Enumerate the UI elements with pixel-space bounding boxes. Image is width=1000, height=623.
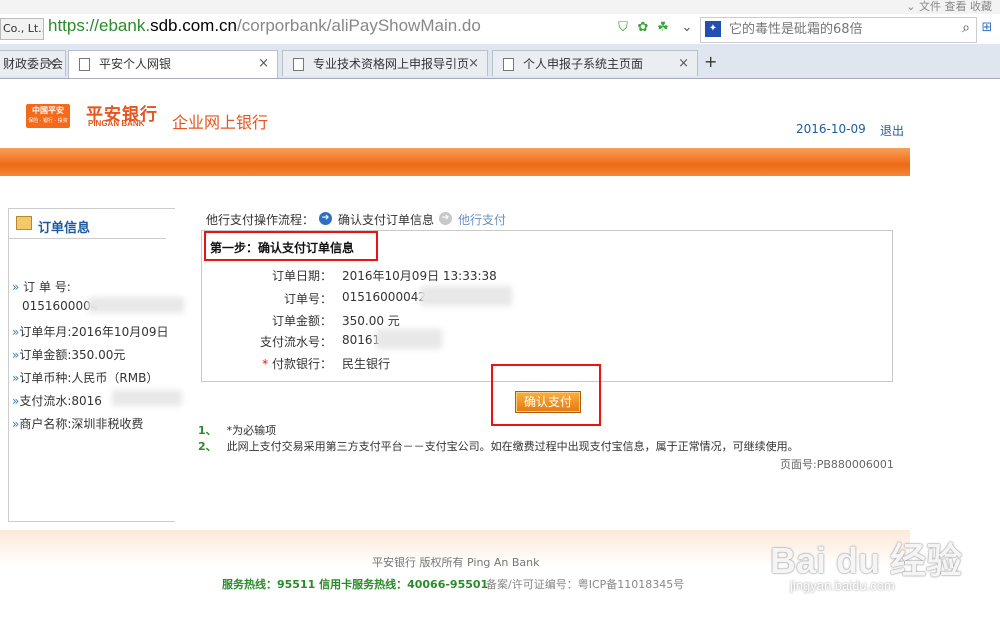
baidu-watermark: Bai du 经验: [770, 540, 963, 581]
logout-link[interactable]: 退出: [880, 122, 904, 139]
url-host-pre: https://ebank.: [48, 16, 151, 35]
chevron-down-icon[interactable]: ⌄: [678, 19, 696, 37]
tab-finance[interactable]: 财政委员会 ×: [0, 50, 66, 76]
close-icon[interactable]: ×: [46, 51, 57, 76]
note-2: 2、 此网上支付交易采用第三方支付平台－－支付宝公司。如在缴费过程中出现支付宝信息…: [198, 438, 799, 454]
order-amount-value: 350.00元: [71, 348, 126, 362]
order-month-label: 订单年月:: [19, 325, 72, 339]
note-1: 1、 *为必输项: [198, 422, 276, 438]
order-currency-label: 订单币种:: [19, 371, 72, 385]
order-date-value: 2016年10月09日 13:33:38: [342, 269, 497, 283]
search-engine-icon[interactable]: ✦: [705, 21, 721, 37]
tab-label: 个人申报子系统主页面: [523, 57, 644, 71]
tab-label: 平安个人网银: [99, 57, 172, 71]
merchant-row: »商户名称:深圳非税收费: [12, 417, 144, 431]
tab-bar: 财政委员会 × 平安个人网银 × 专业技术资格网上申报导引页 × 个人申报子系统主页面…: [0, 44, 1000, 79]
url-path: /corporbank/aliPayShowMain.do: [237, 16, 481, 35]
order-document-icon: [16, 216, 32, 230]
leaf-icon[interactable]: ☘: [654, 19, 672, 37]
serial-no-value: 80161: [342, 333, 381, 347]
close-icon[interactable]: ×: [258, 51, 269, 77]
search-input[interactable]: [727, 21, 951, 38]
redacted-blur: [88, 297, 184, 313]
order-no-value-row: 0151600004: [22, 299, 98, 313]
url-text[interactable]: https://ebank.sdb.com.cn/corporbank/aliP…: [48, 16, 481, 36]
process-label: 他行支付操作流程：: [206, 213, 315, 227]
payment-serial-row: »支付流水:8016: [12, 394, 102, 408]
bank-name-en: PINGAN BANK: [88, 119, 145, 128]
portal-title: 企业网上银行: [172, 113, 269, 132]
hotline-text: 服务热线：95511 信用卡服务热线：40066-95501: [222, 578, 489, 591]
close-icon[interactable]: ×: [678, 51, 689, 76]
order-amount-field-value: 350.00 元: [342, 314, 400, 328]
shield-icon[interactable]: ⛉: [614, 19, 632, 37]
order-info-title: 订单信息: [38, 221, 91, 236]
current-date: 2016-10-09: [796, 122, 866, 136]
gear-icon[interactable]: ✿: [634, 19, 652, 37]
note-number: 2、: [198, 440, 217, 453]
order-no-label: 订 单 号:: [23, 280, 71, 294]
document-icon: [79, 58, 90, 71]
redacted-blur: [420, 286, 512, 306]
order-currency-value: 人民币（RMB）: [71, 371, 159, 385]
close-icon[interactable]: ×: [468, 51, 479, 76]
redacted-blur: [112, 390, 182, 406]
new-tab-button[interactable]: +: [704, 52, 717, 71]
order-currency-row: »订单币种:人民币（RMB）: [12, 371, 159, 385]
order-month-value: 2016年10月09日: [71, 325, 169, 339]
search-box[interactable]: ✦ ⌕: [700, 17, 977, 43]
order-info-panel: [8, 208, 175, 522]
note-number: 1、: [198, 424, 217, 437]
header-band: [0, 148, 910, 176]
tab-label: 专业技术资格网上申报导引页: [313, 57, 470, 71]
pingan-logo: 中国平安 保险 · 银行 · 投资: [26, 104, 70, 128]
tab-application-subsystem[interactable]: 个人申报子系统主页面 ×: [492, 50, 698, 76]
confirm-pay-button[interactable]: 确认支付: [515, 391, 581, 413]
icp-text: 备案/许可证编号：粤ICP备11018345号: [486, 578, 685, 591]
order-amount-label: 订单金额:: [19, 348, 72, 362]
step1-label: 确认支付订单信息: [338, 213, 435, 227]
url-host: sdb.com.cn: [150, 16, 238, 35]
order-number-label: 订单号：: [283, 292, 332, 306]
step-inactive-arrow-icon: ➔: [439, 212, 452, 225]
redacted-blur: [376, 329, 442, 349]
prev-tab-chip[interactable]: Co., Lt...: [0, 18, 44, 40]
order-date-label: 订单日期：: [271, 269, 332, 283]
document-icon: [503, 58, 514, 71]
page-number: 页面号:PB880006001: [780, 458, 894, 471]
note-text: 此网上支付交易采用第三方支付平台－－支付宝公司。如在缴费过程中出现支付宝信息，属…: [226, 440, 799, 453]
tab-pingan-personal[interactable]: 平安个人网银 ×: [68, 50, 278, 78]
required-mark: *: [262, 357, 269, 371]
payment-serial-label: 支付流水:: [19, 394, 72, 408]
apps-grid-icon[interactable]: ⊞: [978, 19, 996, 37]
browser-top-strip: ⌄ 文件 查看 收藏: [0, 0, 1000, 14]
order-amount-row: »订单金额:350.00元: [12, 348, 126, 362]
step-active-arrow-icon: ➔: [319, 212, 332, 225]
highlight-box-step-title: [204, 231, 378, 261]
payer-bank-label: * 付款银行：: [202, 355, 332, 372]
order-amount-field-label: 订单金额：: [271, 314, 332, 328]
browser-menu[interactable]: ⌄ 文件 查看 收藏: [906, 0, 992, 14]
baidu-watermark-url: jingyan.baidu.com: [790, 578, 895, 593]
logo-badge-text: 中国平安: [32, 106, 64, 115]
payer-bank-label-text: 付款银行：: [271, 357, 332, 371]
serial-no-label: 支付流水号：: [259, 335, 332, 349]
copyright-text: 平安银行 版权所有 Ping An Bank: [372, 556, 540, 569]
document-icon: [293, 58, 304, 71]
merchant-value: 深圳非税收费: [71, 417, 144, 431]
merchant-label: 商户名称:: [19, 417, 72, 431]
payment-serial-value: 8016: [71, 394, 102, 408]
order-no-value: 0151600004: [22, 299, 99, 313]
order-no-row: » 订 单 号:: [12, 280, 71, 294]
note-text: *为必输项: [226, 424, 277, 437]
tab-qualification-guide[interactable]: 专业技术资格网上申报导引页 ×: [282, 50, 488, 76]
logo-sub-text: 保险 · 银行 · 投资: [28, 118, 68, 124]
step2-label: 他行支付: [458, 213, 507, 227]
order-month-row: »订单年月:2016年10月09日: [12, 325, 169, 339]
payer-bank-value: 民生银行: [342, 357, 391, 371]
search-icon[interactable]: ⌕: [962, 20, 970, 36]
